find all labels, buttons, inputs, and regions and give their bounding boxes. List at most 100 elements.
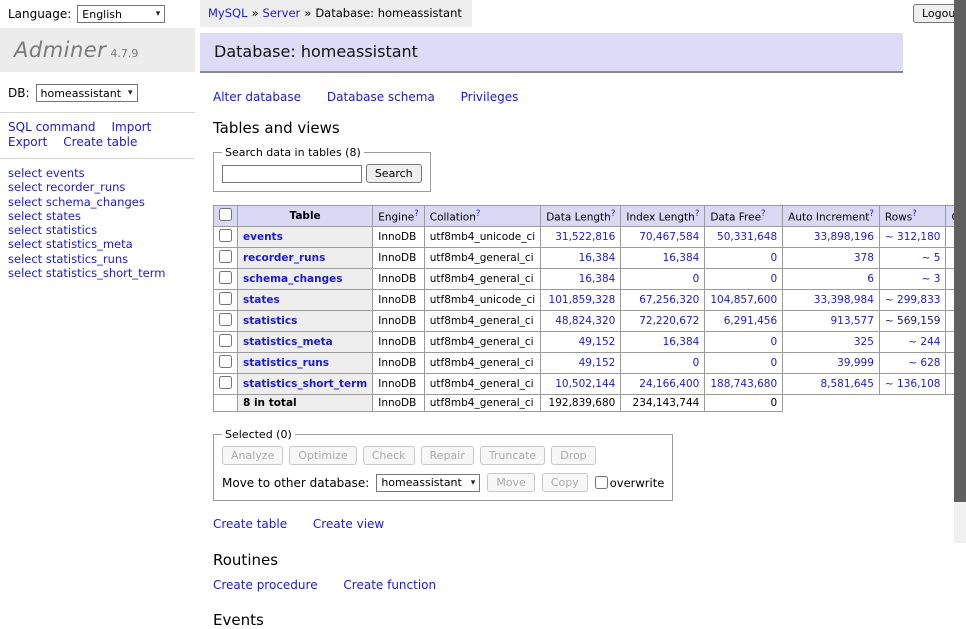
import-link[interactable]: Import xyxy=(111,120,151,134)
select-all-checkbox[interactable] xyxy=(219,208,232,221)
auto-increment-link[interactable]: 33,898,196 xyxy=(814,231,874,243)
create-table-link[interactable]: Create table xyxy=(213,517,287,531)
table-name-link[interactable]: states xyxy=(243,294,280,306)
table-name-link[interactable]: recorder_runs xyxy=(243,252,325,264)
auto-increment-link[interactable]: 378 xyxy=(854,252,874,264)
data-free-link[interactable]: 0 xyxy=(770,336,777,348)
row-checkbox[interactable] xyxy=(219,313,232,326)
create-view-link[interactable]: Create view xyxy=(313,517,384,531)
truncate-button[interactable]: Truncate xyxy=(480,446,545,465)
row-checkbox[interactable] xyxy=(219,250,232,263)
auto-increment-link[interactable]: 325 xyxy=(854,336,874,348)
index-length-link[interactable]: 70,467,584 xyxy=(639,231,699,243)
data-free-link[interactable]: 0 xyxy=(770,273,777,285)
sidebar-select-link[interactable]: select statistics xyxy=(8,223,97,237)
auto-increment-link[interactable]: 6 xyxy=(867,273,874,285)
rows-count-link[interactable]: ~ 3 xyxy=(922,273,941,285)
table-name-link[interactable]: statistics_meta xyxy=(243,336,333,348)
data-free-link[interactable]: 6,291,456 xyxy=(724,315,777,327)
copy-button[interactable]: Copy xyxy=(542,473,588,492)
index-length-link[interactable]: 67,256,320 xyxy=(639,294,699,306)
help-link[interactable]: ? xyxy=(912,209,917,219)
data-length-link[interactable]: 49,152 xyxy=(579,357,616,369)
table-name-link[interactable]: statistics_runs xyxy=(243,357,329,369)
table-name-link[interactable]: events xyxy=(243,231,283,243)
auto-increment-link[interactable]: 33,398,984 xyxy=(814,294,874,306)
optimize-button[interactable]: Optimize xyxy=(289,446,356,465)
data-free-link[interactable]: 0 xyxy=(770,357,777,369)
sidebar-select-link[interactable]: select schema_changes xyxy=(8,195,145,209)
row-checkbox[interactable] xyxy=(219,292,232,305)
export-link[interactable]: Export xyxy=(8,135,47,149)
data-free-link[interactable]: 0 xyxy=(770,252,777,264)
sidebar-select-link[interactable]: select statistics_meta xyxy=(8,237,133,251)
scrollbar-thumb[interactable] xyxy=(954,0,966,502)
move-database-select[interactable]: homeassistant ▾ xyxy=(376,474,480,492)
data-length-link[interactable]: 101,859,328 xyxy=(549,294,616,306)
alter-database-link[interactable]: Alter database xyxy=(213,90,301,104)
create-function-link[interactable]: Create function xyxy=(343,578,436,592)
overwrite-checkbox[interactable] xyxy=(595,476,608,489)
help-link[interactable]: ? xyxy=(761,209,766,219)
auto-increment-link[interactable]: 8,581,645 xyxy=(820,378,873,390)
sidebar-select-link[interactable]: select recorder_runs xyxy=(8,180,125,194)
vertical-scrollbar[interactable] xyxy=(954,0,966,543)
index-length-link[interactable]: 16,384 xyxy=(663,336,700,348)
index-length-link[interactable]: 16,384 xyxy=(663,252,700,264)
row-checkbox[interactable] xyxy=(219,334,232,347)
move-button[interactable]: Move xyxy=(487,473,535,492)
sidebar-select-link[interactable]: select events xyxy=(8,166,85,180)
data-length-link[interactable]: 31,522,816 xyxy=(555,231,615,243)
rows-count-link[interactable]: ~ 244 xyxy=(908,336,940,348)
row-checkbox[interactable] xyxy=(219,376,232,389)
table-name-link[interactable]: statistics_short_term xyxy=(243,378,367,390)
rows-count-link[interactable]: ~ 136,108 xyxy=(885,378,941,390)
data-length-link[interactable]: 16,384 xyxy=(579,252,616,264)
search-input[interactable] xyxy=(222,165,362,183)
language-select[interactable]: English ▾ xyxy=(77,5,165,23)
breadcrumb-server-link[interactable]: Server xyxy=(263,6,301,20)
auto-increment-link[interactable]: 39,999 xyxy=(837,357,874,369)
data-length-link[interactable]: 10,502,144 xyxy=(555,378,615,390)
data-free-link[interactable]: 50,331,648 xyxy=(717,231,777,243)
sidebar-select-link[interactable]: select states xyxy=(8,209,81,223)
table-name-link[interactable]: schema_changes xyxy=(243,273,343,285)
index-length-link[interactable]: 0 xyxy=(693,273,700,285)
table-name-link[interactable]: statistics xyxy=(243,315,297,327)
create-table-link[interactable]: Create table xyxy=(63,135,137,149)
help-link[interactable]: ? xyxy=(611,209,616,219)
help-link[interactable]: ? xyxy=(476,209,481,219)
auto-increment-link[interactable]: 913,577 xyxy=(831,315,874,327)
row-checkbox[interactable] xyxy=(219,229,232,242)
index-length-link[interactable]: 24,166,400 xyxy=(639,378,699,390)
breadcrumb-mysql-link[interactable]: MySQL xyxy=(208,6,248,20)
index-length-link[interactable]: 0 xyxy=(693,357,700,369)
sql-command-link[interactable]: SQL command xyxy=(8,120,95,134)
data-free-link[interactable]: 188,743,680 xyxy=(710,378,777,390)
search-button[interactable]: Search xyxy=(366,164,422,183)
rows-count-link[interactable]: ~ 569,159 xyxy=(885,315,941,327)
sidebar-select-link[interactable]: select statistics_short_term xyxy=(8,266,165,280)
repair-button[interactable]: Repair xyxy=(421,446,474,465)
rows-count-link[interactable]: ~ 312,180 xyxy=(885,231,941,243)
data-length-link[interactable]: 48,824,320 xyxy=(555,315,615,327)
db-select[interactable]: homeassistant ▾ xyxy=(36,84,138,102)
row-checkbox[interactable] xyxy=(219,271,232,284)
check-button[interactable]: Check xyxy=(363,446,415,465)
drop-button[interactable]: Drop xyxy=(551,446,595,465)
data-free-link[interactable]: 104,857,600 xyxy=(710,294,777,306)
data-length-link[interactable]: 49,152 xyxy=(579,336,616,348)
rows-count-link[interactable]: ~ 299,833 xyxy=(885,294,941,306)
database-schema-link[interactable]: Database schema xyxy=(327,90,435,104)
rows-count-link[interactable]: ~ 628 xyxy=(908,357,940,369)
rows-count-link[interactable]: ~ 5 xyxy=(922,252,941,264)
privileges-link[interactable]: Privileges xyxy=(461,90,519,104)
analyze-button[interactable]: Analyze xyxy=(222,446,283,465)
help-link[interactable]: ? xyxy=(869,209,874,219)
sidebar-select-link[interactable]: select statistics_runs xyxy=(8,252,128,266)
index-length-link[interactable]: 72,220,672 xyxy=(639,315,699,327)
create-procedure-link[interactable]: Create procedure xyxy=(213,578,318,592)
help-link[interactable]: ? xyxy=(414,209,419,219)
row-checkbox[interactable] xyxy=(219,355,232,368)
help-link[interactable]: ? xyxy=(695,209,700,219)
